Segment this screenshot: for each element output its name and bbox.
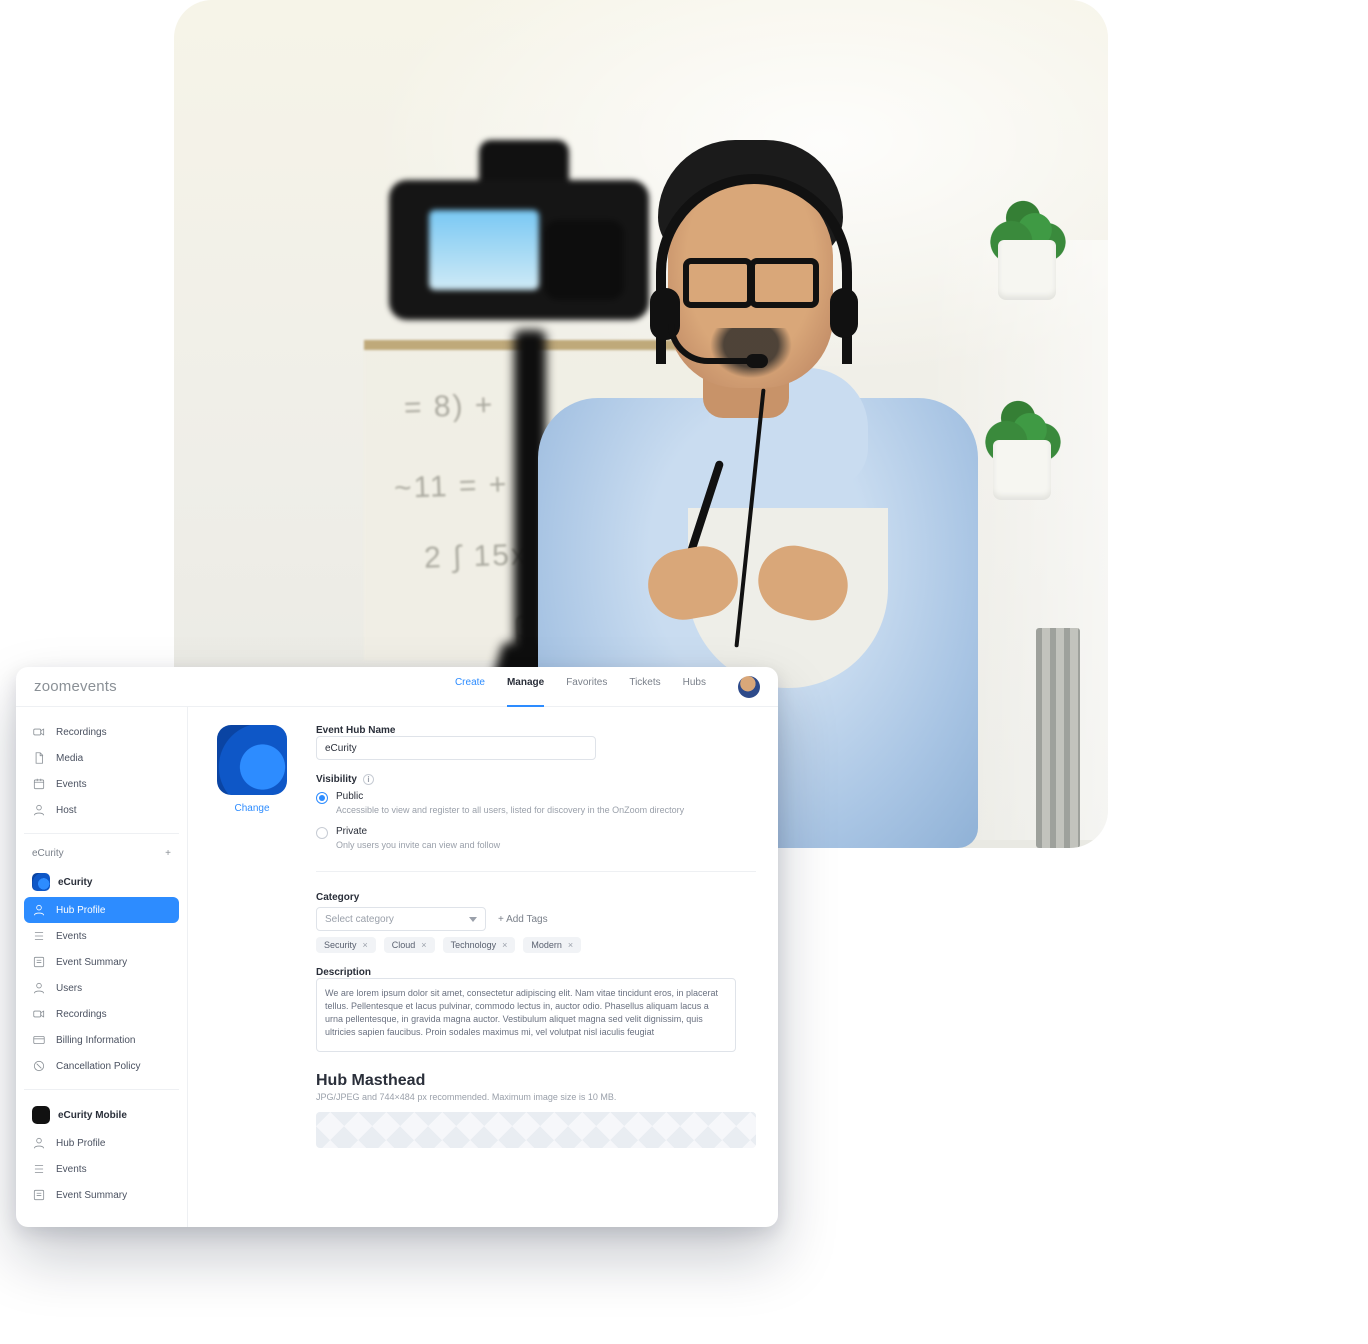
sidebar-item-label: Recordings <box>56 727 107 738</box>
user-icon <box>32 1136 46 1150</box>
visibility-public-radio[interactable]: Public Accessible to view and register t… <box>316 791 756 816</box>
sidebar-item-recordings[interactable]: Recordings <box>24 719 179 745</box>
sidebar-item-label: Users <box>56 983 82 994</box>
tag-chip[interactable]: Technology× <box>443 937 516 953</box>
tab-tickets[interactable]: Tickets <box>629 677 660 696</box>
file-icon <box>32 751 46 765</box>
main-content: Change Event Hub Name Visibility i <box>188 707 778 1227</box>
add-tags-link[interactable]: + Add Tags <box>498 914 548 925</box>
sidebar-item-label: Events <box>56 779 87 790</box>
sidebar-item-label: Hub Profile <box>56 905 105 916</box>
sidebar-item-hub2-hub-profile[interactable]: Hub Profile <box>24 1130 179 1156</box>
category-label: Category <box>316 892 756 903</box>
hub-logo-preview <box>217 725 287 795</box>
sidebar-item-label: Billing Information <box>56 1035 135 1046</box>
topbar: zoomevents Create Manage Favorites Ticke… <box>16 667 778 707</box>
masthead-preview[interactable] <box>316 1112 756 1148</box>
tab-manage[interactable]: Manage <box>507 677 544 696</box>
masthead-hint: JPG/JPEG and 744×484 px recommended. Max… <box>316 1092 756 1102</box>
visibility-private-radio[interactable]: Private Only users you invite can view a… <box>316 826 756 851</box>
calendar-icon <box>32 777 46 791</box>
user-icon <box>32 903 46 917</box>
sidebar-item-label: Host <box>56 805 77 816</box>
brand-prefix: zoom <box>34 678 71 695</box>
tab-hubs[interactable]: Hubs <box>683 677 706 696</box>
hub-logo-icon <box>32 1106 50 1124</box>
sidebar-item-events[interactable]: Events <box>24 771 179 797</box>
tab-favorites[interactable]: Favorites <box>566 677 607 696</box>
list-icon <box>32 929 46 943</box>
camera-icon <box>32 725 46 739</box>
camera-icon <box>32 1007 46 1021</box>
user-icon <box>32 803 46 817</box>
hub-name-input[interactable] <box>316 736 596 760</box>
radio-checked-icon <box>316 792 328 804</box>
sidebar-item-hub1-event-summary[interactable]: Event Summary <box>24 949 179 975</box>
category-select[interactable]: Select category <box>316 907 486 931</box>
radio-unchecked-icon <box>316 827 328 839</box>
sidebar-item-label: Events <box>56 931 87 942</box>
change-logo-link[interactable]: Change <box>234 803 269 814</box>
hub1-brand-row[interactable]: eCurity <box>24 867 179 897</box>
sidebar-item-hub1-users[interactable]: Users <box>24 975 179 1001</box>
brand-suffix: events <box>71 678 116 695</box>
visibility-label: Visibility i <box>316 774 756 785</box>
sidebar-item-label: Events <box>56 1164 87 1175</box>
tag-chip[interactable]: Modern× <box>523 937 581 953</box>
cancel-icon <box>32 1059 46 1073</box>
users-icon <box>32 981 46 995</box>
tag-chip[interactable]: Cloud× <box>384 937 435 953</box>
sidebar-item-label: Hub Profile <box>56 1138 105 1149</box>
summary-icon <box>32 955 46 969</box>
hub2-brand-row[interactable]: eCurity Mobile <box>24 1100 179 1130</box>
user-avatar[interactable] <box>738 676 760 698</box>
sidebar-item-label: Cancellation Policy <box>56 1061 141 1072</box>
description-textarea[interactable]: We are lorem ipsum dolor sit amet, conse… <box>316 978 736 1052</box>
sidebar-item-hub1-billing[interactable]: Billing Information <box>24 1027 179 1053</box>
sidebar-item-hub1-recordings[interactable]: Recordings <box>24 1001 179 1027</box>
close-icon[interactable]: × <box>421 940 426 950</box>
close-icon[interactable]: × <box>568 940 573 950</box>
tag-list: Security× Cloud× Technology× Modern× <box>316 937 756 953</box>
zoom-events-panel: zoomevents Create Manage Favorites Ticke… <box>16 667 778 1227</box>
sidebar-item-hub2-event-summary[interactable]: Event Summary <box>24 1182 179 1208</box>
tab-create[interactable]: Create <box>455 677 485 696</box>
summary-icon <box>32 1188 46 1202</box>
description-label: Description <box>316 967 756 978</box>
sidebar-item-hub1-events[interactable]: Events <box>24 923 179 949</box>
tag-chip[interactable]: Security× <box>316 937 376 953</box>
brand-logo: zoomevents <box>34 678 117 695</box>
billing-icon <box>32 1033 46 1047</box>
close-icon[interactable]: × <box>363 940 368 950</box>
plus-icon[interactable]: + <box>165 848 171 859</box>
sidebar-item-hub2-events[interactable]: Events <box>24 1156 179 1182</box>
sidebar-item-hub-profile[interactable]: Hub Profile <box>24 897 179 923</box>
sidebar: Recordings Media Events Host eCurity <box>16 707 188 1227</box>
sidebar-item-label: Media <box>56 753 83 764</box>
sidebar-item-host[interactable]: Host <box>24 797 179 823</box>
sidebar-item-media[interactable]: Media <box>24 745 179 771</box>
info-icon[interactable]: i <box>363 774 374 785</box>
hub-name-label: Event Hub Name <box>316 725 756 736</box>
sidebar-group-header[interactable]: eCurity + <box>24 844 179 863</box>
sidebar-item-label: Event Summary <box>56 1190 127 1201</box>
sidebar-item-label: Recordings <box>56 1009 107 1020</box>
top-nav: Create Manage Favorites Tickets Hubs <box>455 676 760 698</box>
sidebar-item-hub1-cancellation[interactable]: Cancellation Policy <box>24 1053 179 1079</box>
sidebar-item-label: Event Summary <box>56 957 127 968</box>
hub-logo-icon <box>32 873 50 891</box>
chevron-down-icon <box>469 917 477 922</box>
masthead-title: Hub Masthead <box>316 1072 756 1090</box>
list-icon <box>32 1162 46 1176</box>
close-icon[interactable]: × <box>502 940 507 950</box>
